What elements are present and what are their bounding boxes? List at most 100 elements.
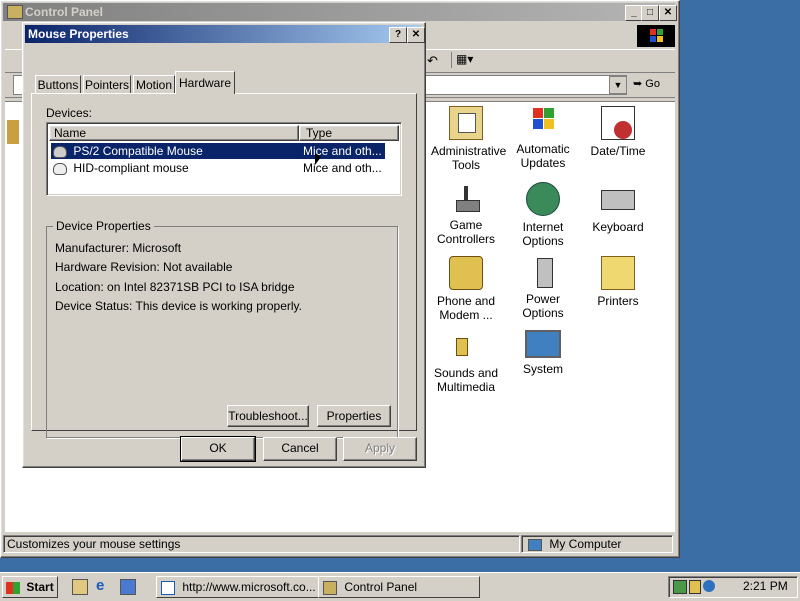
control-panel-titlebar[interactable]: Control Panel _ □ ✕ [3,3,677,21]
cp-item-label: Internet Options [522,220,564,248]
dialog-titlebar[interactable]: Mouse Properties ? ✕ [25,25,425,43]
devices-label: Devices: [46,106,93,120]
volume-icon[interactable] [689,580,701,594]
start-label: Start [26,580,54,594]
cp-item-system[interactable]: System [508,330,578,376]
taskbar-item-label: Control Panel [344,580,418,594]
address-dropdown-button[interactable]: ▼ [609,76,627,94]
cp-item-date-time[interactable]: Date/Time [583,106,653,158]
properties-button[interactable]: Properties [317,405,391,427]
ok-button[interactable]: OK [180,436,256,462]
cp-item-automatic-updates[interactable]: Automatic Updates [508,106,578,170]
cp-item-label: Power Options [522,292,564,320]
printers-icon [601,256,635,290]
dialog-close-button[interactable]: ✕ [407,27,425,43]
cp-item-label: Keyboard [592,220,644,234]
manufacturer-text: Manufacturer: Microsoft [55,241,182,255]
cp-item-label: Administrative Tools [431,144,507,172]
cp-item-label: Printers [597,294,639,308]
views-icon[interactable]: ▦▾ [451,52,484,68]
outlook-express-icon[interactable] [120,579,136,595]
windows-logo [637,25,675,47]
taskbar-item-browser[interactable]: http://www.microsoft.co... [156,576,320,598]
game-controllers-icon [450,182,482,214]
go-button[interactable]: ➥ Go [633,76,669,92]
keyboard-icon [601,190,635,210]
start-button[interactable]: Start [2,576,58,598]
mouse-properties-dialog: Mouse Properties ? ✕ Buttons Pointers Mo… [22,22,426,468]
cp-item-power-options[interactable]: Power Options [505,256,581,320]
mouse-icon [53,145,67,158]
cancel-button[interactable]: Cancel [263,437,337,461]
cp-item-phone-modem[interactable]: Phone and Modem ... [431,256,501,322]
location-text: Location: on Intel 82371SB PCI to ISA br… [55,280,295,294]
undo-icon[interactable]: ↶ [427,53,438,69]
device-row[interactable]: PS/2 Compatible Mouse Mice and oth... [51,143,385,159]
taskbar-item-label: http://www.microsoft.co... [182,580,316,594]
mouse-cursor-icon [315,153,321,165]
apply-button[interactable]: Apply [343,437,417,461]
my-computer-icon [528,538,542,551]
cp-item-label: Sounds and Multimedia [433,366,499,394]
close-button[interactable]: ✕ [659,5,677,21]
cp-item-printers[interactable]: Printers [583,256,653,308]
cp-item-label: Phone and Modem ... [436,294,496,322]
windows-flag-icon [6,581,20,594]
cp-item-label: Game Controllers [436,218,496,246]
ie-page-icon [161,580,175,595]
device-status-text: Device Status: This device is working pr… [55,299,302,313]
tab-page: Devices: Name Type PS/2 Compatible Mouse… [31,93,417,438]
go-arrow-icon: ➥ [633,78,643,90]
quick-launch: e [66,578,146,596]
network-icon[interactable] [673,580,687,594]
internet-explorer-icon[interactable]: e [96,578,112,594]
phone-modem-icon [449,256,483,290]
cp-item-internet-options[interactable]: Internet Options [508,182,578,248]
cp-item-admin-tools[interactable]: Administrative Tools [431,106,507,172]
list-header: Name Type [49,125,399,141]
show-desktop-icon[interactable] [72,579,88,595]
tab-buttons[interactable]: Buttons [35,75,81,94]
cp-item-label: System [522,362,563,376]
help-button[interactable]: ? [389,27,407,43]
clock[interactable]: 2:21 PM [743,579,788,593]
column-header-name[interactable]: Name [49,125,299,141]
tab-pointers[interactable]: Pointers [83,75,131,94]
maximize-button[interactable]: □ [641,5,659,21]
mouse-icon [53,162,67,175]
cp-item-keyboard[interactable]: Keyboard [583,182,653,234]
date-time-icon [601,106,635,140]
column-header-type[interactable]: Type [299,125,399,141]
dialog-title: Mouse Properties [28,27,129,41]
status-zone-label: My Computer [549,537,622,551]
internet-options-icon [526,182,560,216]
cp-item-game-controllers[interactable]: Game Controllers [431,182,501,246]
taskbar-item-control-panel[interactable]: Control Panel [318,576,480,598]
admin-tools-icon [449,106,483,140]
tab-motion[interactable]: Motion [133,75,175,94]
tray-app-icon[interactable] [703,580,715,592]
system-icon [525,330,561,358]
troubleshoot-button[interactable]: Troubleshoot... [227,405,309,427]
control-panel-icon [323,580,337,595]
cp-item-sounds-multimedia[interactable]: Sounds and Multimedia [431,330,501,394]
cp-item-label: Automatic Updates [516,142,570,170]
go-label: Go [645,78,660,90]
device-name: PS/2 Compatible Mouse [73,144,203,158]
status-bar: Customizes your mouse settings My Comput… [3,535,675,553]
status-zone: My Computer [521,535,673,553]
control-panel-title: Control Panel [25,5,104,19]
device-name: HID-compliant mouse [73,161,189,175]
device-properties-label: Device Properties [53,219,154,233]
device-list: Name Type PS/2 Compatible Mouse Mice and… [46,122,402,196]
control-panel-window-icon [7,5,23,19]
sounds-multimedia-icon [450,330,482,362]
device-row[interactable]: HID-compliant mouse Mice and oth... [51,160,385,176]
automatic-updates-icon [527,106,559,138]
device-properties-group: Device Properties Manufacturer: Microsof… [46,219,398,438]
hardware-revision-text: Hardware Revision: Not available [55,260,233,274]
power-options-icon [527,256,559,288]
tab-hardware[interactable]: Hardware [175,71,235,94]
status-text: Customizes your mouse settings [3,535,520,553]
system-tray: 2:21 PM [668,576,798,598]
